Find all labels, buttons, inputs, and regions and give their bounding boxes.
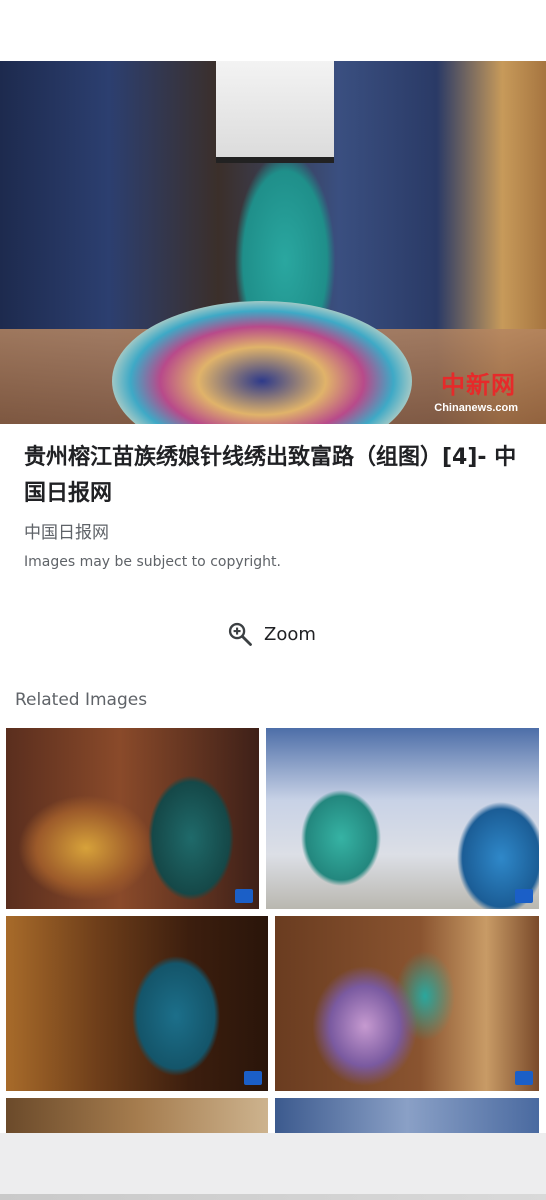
result-title[interactable]: 贵州榕江苗族绣娘针线绣出致富路（组图）[4]- 中国日报网 [24, 440, 524, 512]
watermark-chinanews-cn: 中新网 [441, 370, 516, 399]
zoom-label: Zoom [264, 623, 316, 645]
related-image-2[interactable] [266, 728, 539, 909]
related-image-4[interactable] [275, 916, 539, 1091]
related-image-6[interactable] [275, 1098, 539, 1138]
headdress-decor [216, 61, 334, 163]
bottom-sheet [0, 1133, 546, 1200]
related-image-3[interactable] [6, 916, 268, 1091]
result-source[interactable]: 中国日报网 [24, 518, 109, 543]
embroidery-disc-decor [112, 301, 412, 424]
source-badge-icon [515, 889, 533, 903]
hero-image[interactable]: 中新网 Chinanews.com [0, 61, 546, 424]
watermark-chinanews-en: Chinanews.com [434, 402, 518, 414]
related-images-heading: Related Images [15, 690, 148, 710]
source-badge-icon [515, 1071, 533, 1085]
related-image-1[interactable] [6, 728, 259, 909]
bottom-sheet-edge [0, 1194, 546, 1200]
zoom-in-icon [228, 622, 252, 646]
source-badge-icon [235, 889, 253, 903]
related-image-5[interactable] [6, 1098, 268, 1138]
copyright-note: Images may be subject to copyright. [24, 554, 281, 570]
source-badge-icon [244, 1071, 262, 1085]
zoom-button[interactable]: Zoom [226, 617, 316, 651]
